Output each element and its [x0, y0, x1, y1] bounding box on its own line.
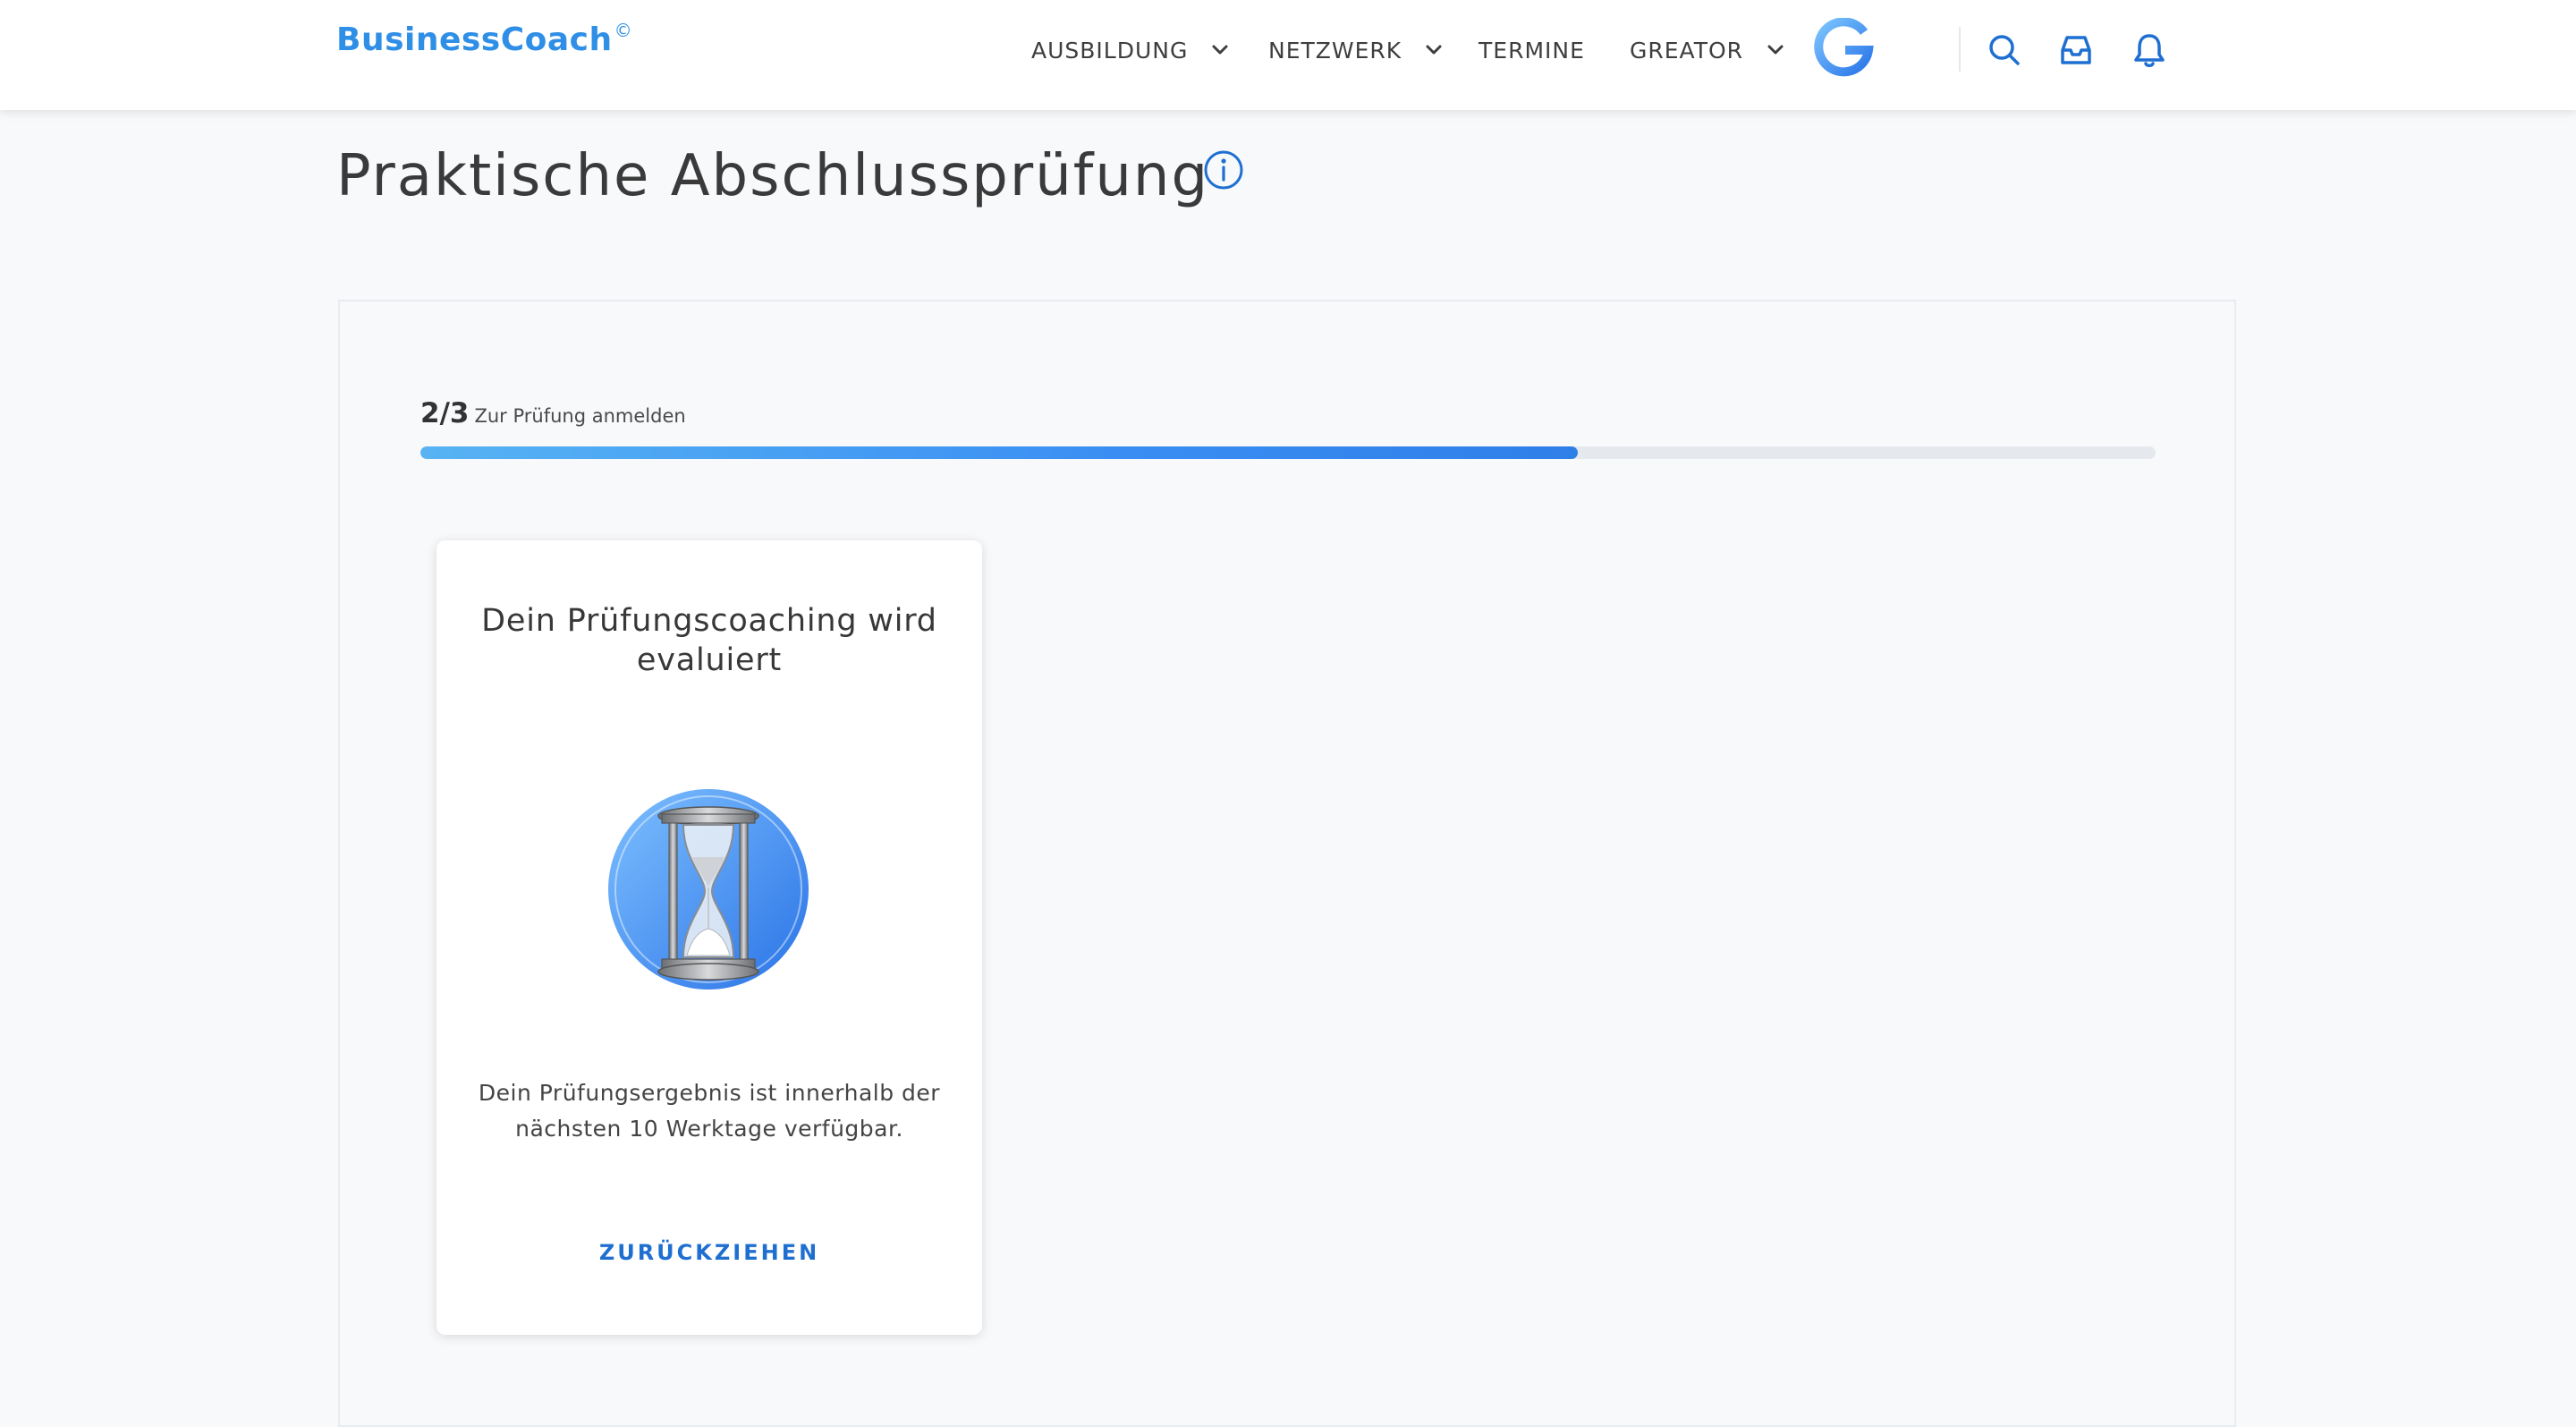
search-icon[interactable] — [1985, 30, 2024, 70]
progress-bar — [420, 446, 2156, 459]
info-icon[interactable] — [1202, 149, 1245, 191]
nav-label: TERMINE — [1479, 37, 1585, 64]
hourglass-icon — [608, 789, 809, 990]
nav-label: AUSBILDUNG — [1031, 37, 1189, 64]
card-body-text: Dein Prüfungsergebnis ist innerhalb der … — [478, 1080, 941, 1142]
withdraw-button[interactable]: ZURÜCKZIEHEN — [436, 1240, 982, 1265]
nav-item-termine[interactable]: TERMINE — [1479, 32, 1585, 68]
evaluation-card: Dein Prüfungscoaching wird evaluiert Dei… — [436, 540, 982, 1335]
g-logo-icon[interactable] — [1812, 18, 1875, 81]
top-navbar: BusinessCoach © AUSBILDUNG NETZWERK TERMI… — [0, 0, 2576, 110]
progress-step-text: Zur Prüfung anmelden — [474, 405, 686, 427]
chevron-down-icon — [1426, 45, 1442, 55]
nav-label: GREATOR — [1630, 37, 1744, 64]
card-title: Dein Prüfungscoaching wird evaluiert — [481, 603, 937, 678]
nav-item-ausbildung[interactable]: AUSBILDUNG — [1031, 32, 1229, 68]
logo-mark: © — [614, 20, 633, 41]
chevron-down-icon — [1212, 45, 1228, 55]
nav-item-netzwerk[interactable]: NETZWERK — [1268, 32, 1443, 68]
nav-label: NETZWERK — [1268, 37, 1402, 64]
progress-bar-fill — [420, 446, 1578, 459]
logo-text: BusinessCoach — [336, 21, 613, 58]
page-title: Praktische Abschlussprüfung — [336, 143, 1210, 209]
progress-step-label: 2/3 Zur Prüfung anmelden — [420, 397, 686, 429]
nav-item-greator[interactable]: GREATOR — [1630, 32, 1784, 68]
progress-step-count: 2/3 — [420, 397, 470, 429]
bell-icon[interactable] — [2130, 30, 2169, 70]
inbox-icon[interactable] — [2056, 30, 2096, 70]
brand-logo[interactable]: BusinessCoach © — [336, 20, 633, 58]
chevron-down-icon — [1767, 45, 1784, 55]
header-divider — [1959, 27, 1961, 72]
